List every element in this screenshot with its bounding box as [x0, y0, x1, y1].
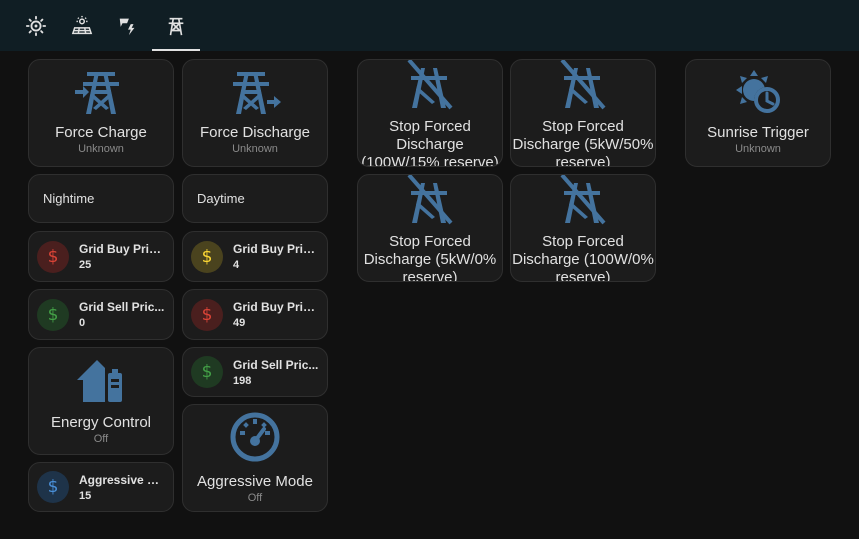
- grid-buy-price-tile-2[interactable]: $ Grid Buy Pric... 4: [182, 231, 328, 282]
- currency-usd-icon: $: [37, 240, 69, 273]
- stop-button-name: Stop Forced Discharge (5kW/50% reserve): [512, 118, 654, 166]
- stop-forced-discharge-button-3[interactable]: Stop Forced Discharge (5kW/0% reserve): [357, 174, 503, 282]
- tile-value: 15: [79, 489, 92, 502]
- tile-name: Grid Sell Pric...: [79, 300, 165, 314]
- tab-weather-lightning[interactable]: [104, 0, 152, 51]
- transmission-tower-off-icon: [560, 60, 606, 110]
- currency-usd-icon: $: [191, 356, 223, 388]
- currency-usd-icon: $: [37, 298, 69, 331]
- grid-buy-price-tile-3[interactable]: $ Grid Buy Pric... 49: [182, 289, 328, 340]
- tile-value: 25: [79, 259, 92, 271]
- nighttime-label-card: Nightime: [28, 174, 174, 223]
- tile-name: Grid Buy Pric...: [79, 242, 165, 256]
- top-toolbar: [0, 0, 859, 51]
- grid-sell-price-tile-1[interactable]: $ Grid Sell Pric... 0: [28, 289, 174, 340]
- tile-name: Aggressive S...: [79, 472, 165, 487]
- currency-usd-icon: $: [191, 298, 223, 331]
- force-charge-name: Force Charge: [55, 124, 147, 141]
- force-discharge-button[interactable]: Force Discharge Unknown: [182, 59, 328, 167]
- tile-value: 4: [233, 259, 240, 271]
- sunrise-trigger-state: Unknown: [735, 143, 781, 155]
- aggressive-mode-state: Off: [247, 492, 263, 504]
- stop-button-name: Stop Forced Discharge (100W/0% reserve): [512, 233, 654, 281]
- tile-name: Grid Buy Pric...: [233, 242, 319, 256]
- tab-transmission-tower[interactable]: [152, 0, 200, 51]
- daytime-label-card: Daytime: [182, 174, 328, 223]
- force-charge-button[interactable]: Force Charge Unknown: [28, 59, 174, 167]
- grid-buy-price-tile-1[interactable]: $ Grid Buy Pric... 25: [28, 231, 174, 282]
- currency-usd-icon: $: [191, 240, 223, 273]
- aggressive-mode-name: Aggressive Mode: [197, 473, 313, 490]
- transmission-tower-off-icon: [407, 175, 453, 225]
- aggressive-setting-tile[interactable]: $ Aggressive S... 15: [28, 462, 174, 512]
- tab-solar-panel[interactable]: [58, 0, 106, 51]
- energy-control-name: Energy Control: [50, 414, 152, 431]
- sunrise-trigger-name: Sunrise Trigger: [707, 124, 809, 141]
- force-discharge-state: Unknown: [232, 143, 278, 155]
- transmission-tower-off-icon: [560, 175, 606, 225]
- tile-value: 0: [79, 317, 86, 329]
- energy-control-state: Off: [93, 433, 109, 445]
- weather-lightning-icon: [119, 18, 135, 35]
- transmission-tower-arrow-icon: [75, 72, 119, 114]
- stop-forced-discharge-button-2[interactable]: Stop Forced Discharge (5kW/50% reserve): [510, 59, 656, 167]
- tab-sun-gear[interactable]: [12, 0, 60, 51]
- transmission-tower-off-icon: [407, 60, 453, 110]
- stop-forced-discharge-button-1[interactable]: Stop Forced Discharge (100W/15% reserve): [357, 59, 503, 167]
- home-battery-icon: [77, 360, 122, 402]
- stop-button-name: Stop Forced Discharge (5kW/0% reserve): [363, 233, 497, 281]
- tile-name: Grid Sell Pric...: [233, 357, 319, 372]
- force-charge-state: Unknown: [78, 143, 124, 155]
- tile-value: 49: [233, 317, 246, 329]
- currency-usd-icon: $: [37, 471, 69, 503]
- sun-gear-icon: [25, 15, 47, 36]
- transmission-tower-icon: [168, 17, 184, 35]
- sun-clock-icon: [736, 70, 780, 113]
- tile-name: Grid Buy Pric...: [233, 300, 319, 314]
- aggressive-mode-button[interactable]: Aggressive Mode Off: [182, 404, 328, 512]
- sunrise-trigger-button[interactable]: Sunrise Trigger Unknown: [685, 59, 831, 167]
- energy-control-button[interactable]: Energy Control Off: [28, 347, 174, 455]
- force-discharge-name: Force Discharge: [199, 124, 311, 141]
- grid-sell-price-tile-2[interactable]: $ Grid Sell Pric... 198: [182, 347, 328, 397]
- stop-forced-discharge-button-4[interactable]: Stop Forced Discharge (100W/0% reserve): [510, 174, 656, 282]
- solar-panel-icon: [71, 15, 93, 34]
- stop-button-name: Stop Forced Discharge (100W/15% reserve): [361, 118, 499, 166]
- transmission-tower-export-icon: [233, 72, 281, 114]
- tile-value: 198: [233, 374, 252, 387]
- speedometer-icon: [230, 412, 280, 462]
